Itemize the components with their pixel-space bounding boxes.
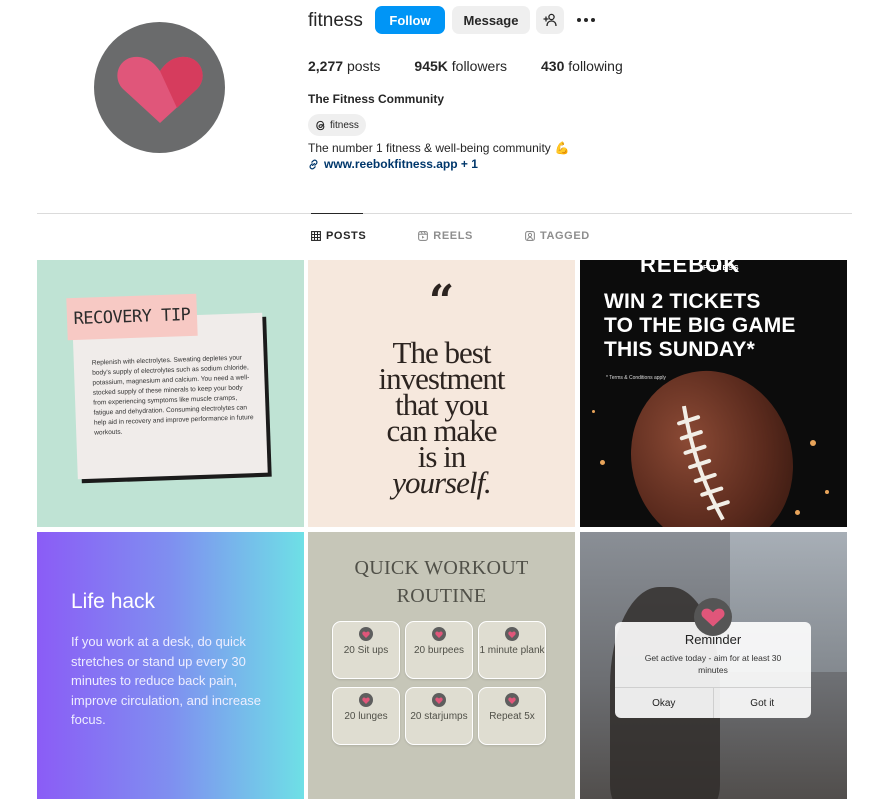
suggest-user-button[interactable] [536, 6, 564, 34]
post-quick-workout[interactable]: QUICK WORKOUT ROUTINE 20 Sit ups 20 burp… [308, 532, 575, 799]
workout-item-label: 20 lunges [344, 711, 388, 722]
workout-title-line: ROUTINE [396, 585, 487, 607]
sparkle [810, 440, 816, 446]
section-divider [37, 213, 852, 214]
threads-handle: fitness [330, 119, 359, 131]
link-icon [309, 159, 318, 169]
threads-badge[interactable]: fitness [308, 114, 366, 136]
follow-button[interactable]: Follow [375, 6, 445, 34]
reminder-dialog: Reminder Get active today - aim for at l… [615, 622, 811, 718]
tab-tagged-label: TAGGED [539, 230, 590, 242]
workout-item-label: Repeat 5x [489, 711, 535, 722]
workout-grid: 20 Sit ups 20 burpees 1 minute plank 20 … [332, 621, 552, 745]
post-reminder[interactable]: Reminder Get active today - aim for at l… [580, 532, 847, 799]
followers-label: followers [451, 58, 508, 74]
link-text: www.reebokfitness.app + 1 [324, 157, 478, 171]
lifehack-body: If you work at a desk, do quick stretche… [71, 634, 262, 727]
posts-count: 2,277 [308, 58, 344, 74]
lifehack-title: Life hack [71, 590, 156, 613]
posts-label: posts [346, 58, 381, 74]
workout-item-label: 20 Sit ups [343, 645, 389, 656]
heart-logo-icon [116, 56, 203, 123]
heart-icon [359, 693, 373, 707]
workout-item-label: 20 burpees [413, 645, 465, 656]
posts-stat: 2,277 posts [308, 58, 380, 74]
workout-title-line: QUICK WORKOUT [354, 557, 529, 579]
sparkle [825, 490, 829, 494]
workout-item: Repeat 5x [478, 687, 546, 745]
workout-item-label: 20 starjumps [410, 711, 468, 722]
more-dots-icon [577, 18, 595, 22]
headline-line: TO THE BIG GAME [604, 314, 796, 337]
reminder-text: Get active today - aim for at least 30 m… [644, 653, 782, 675]
sparkle [600, 460, 605, 465]
profile-tabs: POSTS REELS TAGGED [311, 230, 590, 242]
workout-item: 20 Sit ups [332, 621, 400, 679]
reminder-okay-button: Okay [652, 697, 676, 709]
headline-line: WIN 2 TICKETS [604, 290, 761, 313]
threads-icon [316, 120, 325, 130]
workout-item: 20 burpees [405, 621, 473, 679]
heart-icon [432, 627, 446, 641]
quote-mark-icon: “ [428, 276, 455, 327]
heart-icon [432, 693, 446, 707]
following-label: following [568, 58, 623, 74]
profile-bio: The number 1 fitness & well-being commun… [308, 141, 570, 155]
post-quote[interactable]: “ The best investment that you can make … [308, 260, 575, 527]
tab-reels[interactable]: REELS [418, 230, 473, 242]
quote-line: yourself. [392, 465, 492, 500]
more-options-button[interactable] [574, 8, 598, 32]
post-life-hack[interactable]: Life hack If you work at a desk, do quic… [37, 532, 304, 799]
heart-icon [505, 627, 519, 641]
workout-item: 1 minute plank [478, 621, 546, 679]
active-tab-indicator [311, 213, 363, 214]
heart-icon [359, 627, 373, 641]
tab-reels-label: REELS [433, 230, 473, 242]
flexed-biceps-emoji: 💪 [554, 141, 570, 155]
reminder-gotit-button: Got it [712, 688, 812, 718]
tab-tagged[interactable]: TAGGED [525, 230, 590, 242]
contest-headline: WIN 2 TICKETS TO THE BIG GAME THIS SUNDA… [604, 290, 796, 362]
sparkle [592, 410, 595, 413]
sparkle [795, 510, 800, 515]
bio-text: The number 1 fitness & well-being commun… [308, 141, 551, 155]
profile-avatar[interactable] [94, 22, 225, 153]
following-stat[interactable]: 430 following [541, 58, 623, 74]
workout-item: 20 starjumps [405, 687, 473, 745]
quote-text: The best investment that you can make is… [308, 337, 575, 500]
workout-title: QUICK WORKOUT ROUTINE [308, 554, 575, 610]
profile-username: fitness [308, 10, 363, 31]
heart-icon [505, 693, 519, 707]
post-contest[interactable]: REEBOK FITNESS WIN 2 TICKETS TO THE BIG … [580, 260, 847, 527]
headline-line: THIS SUNDAY* [604, 338, 755, 361]
tip-label: RECOVERY TIP [66, 293, 198, 341]
add-user-icon [543, 13, 557, 27]
profile-link[interactable]: www.reebokfitness.app + 1 [308, 157, 478, 171]
reels-icon [418, 231, 429, 241]
followers-stat[interactable]: 945K followers [414, 58, 507, 74]
workout-item-label: 1 minute plank [479, 645, 545, 656]
workout-item: 20 lunges [332, 687, 400, 745]
tab-posts[interactable]: POSTS [311, 230, 366, 242]
message-button[interactable]: Message [452, 6, 530, 34]
tab-posts-label: POSTS [326, 230, 367, 242]
terms-text: * Terms & Conditions apply [606, 375, 666, 381]
followers-count: 945K [414, 58, 448, 74]
reminder-actions: Okay Got it [615, 687, 811, 718]
tagged-icon [525, 231, 535, 241]
brand-sub: FITNESS [703, 265, 740, 272]
post-recovery-tip[interactable]: Replenish with electrolytes. Sweating de… [37, 260, 304, 527]
following-count: 430 [541, 58, 565, 74]
grid-icon [311, 231, 321, 241]
profile-stats: 2,277 posts 945K followers 430 following [308, 58, 657, 74]
tip-body: Replenish with electrolytes. Sweating de… [91, 354, 254, 437]
profile-full-name: The Fitness Community [308, 92, 445, 106]
heart-badge-icon [694, 598, 732, 636]
